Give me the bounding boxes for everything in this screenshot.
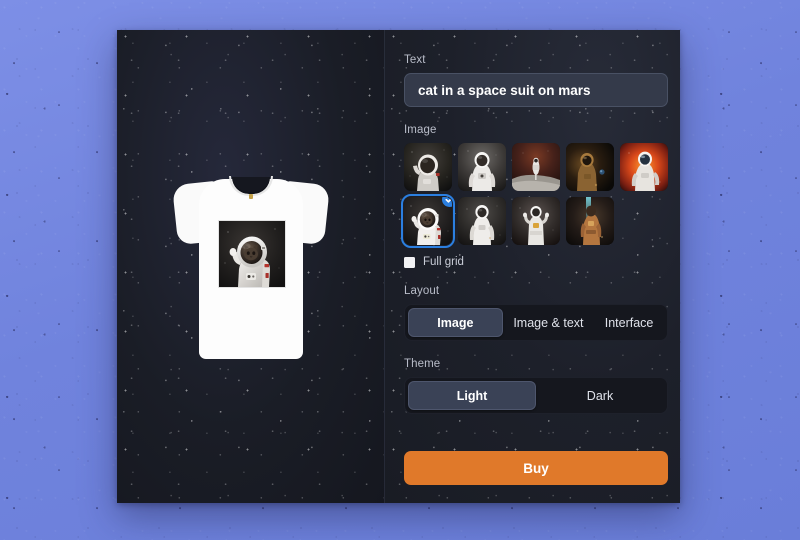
t-shirt-preview[interactable] — [171, 175, 330, 359]
image-thumbnail[interactable] — [620, 143, 668, 191]
astronaut-thumb-icon — [458, 143, 506, 191]
product-preview-pane — [117, 30, 385, 503]
layout-field-group: Layout Image Image & text Interface — [404, 285, 668, 341]
controls-pane: Text Image — [385, 30, 680, 503]
image-thumbnail[interactable] — [404, 143, 452, 191]
astronaut-thumb-icon — [404, 143, 452, 191]
astronaut-hands-up-thumb-icon — [512, 197, 560, 245]
image-field-label: Image — [404, 124, 437, 136]
theme-field-group: Theme Light Dark — [404, 358, 668, 414]
image-thumbnail-grid[interactable] — [401, 143, 668, 248]
full-grid-checkbox[interactable] — [404, 256, 415, 268]
image-thumbnail[interactable] — [566, 143, 614, 191]
full-grid-label: Full grid — [423, 256, 464, 268]
theme-field-label: Theme — [404, 358, 441, 370]
astronaut-teal-light-thumb-icon — [566, 197, 614, 245]
layout-segmented-control[interactable]: Image Image & text Interface — [404, 304, 668, 341]
astronaut-lunar-thumb-icon — [512, 143, 560, 191]
image-thumbnail[interactable] — [566, 197, 614, 245]
image-field-group: Image Full grid — [401, 124, 668, 268]
text-field-group: Text — [404, 54, 668, 107]
layout-option-image-and-text[interactable]: Image & text — [503, 308, 594, 337]
astronaut-amber-thumb-icon — [566, 143, 614, 191]
image-thumbnail[interactable] — [458, 197, 506, 245]
theme-option-light[interactable]: Light — [408, 381, 536, 410]
theme-segmented-control[interactable]: Light Dark — [404, 377, 668, 414]
check-icon — [445, 197, 452, 203]
t-shirt-print-artwork — [218, 220, 285, 287]
space-cat-artwork-icon — [218, 220, 285, 287]
text-field-label: Text — [404, 54, 426, 66]
theme-option-dark[interactable]: Dark — [536, 381, 664, 410]
layout-option-interface[interactable]: Interface — [594, 308, 664, 337]
astronaut-thumb-icon — [458, 197, 506, 245]
layout-option-image[interactable]: Image — [408, 308, 503, 337]
buy-button[interactable]: Buy — [404, 451, 668, 485]
image-thumbnail[interactable] — [458, 143, 506, 191]
image-thumbnail-selected[interactable] — [401, 194, 455, 248]
image-thumbnail[interactable] — [512, 143, 560, 191]
full-grid-checkbox-row[interactable]: Full grid — [404, 256, 668, 268]
prompt-text-input[interactable] — [404, 73, 668, 107]
layout-field-label: Layout — [404, 285, 440, 297]
t-shirt-brand-tag — [248, 193, 253, 199]
astronaut-nebula-thumb-icon — [620, 143, 668, 191]
image-thumbnail[interactable] — [512, 197, 560, 245]
app-window: Text Image — [117, 30, 680, 503]
